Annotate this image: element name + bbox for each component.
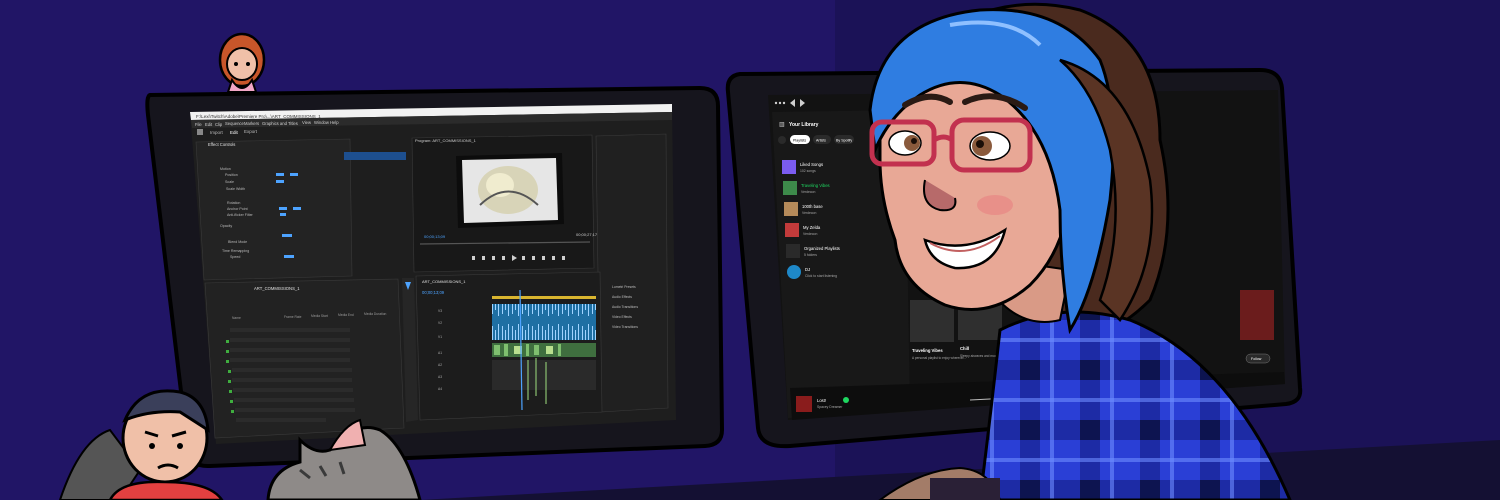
- chip-artists-label: Artists: [816, 139, 826, 143]
- effect-row: Anchor Point: [227, 207, 248, 211]
- card-title: Traveling Vibes: [912, 348, 943, 353]
- now-playing-artist[interactable]: Spacey Dreamer: [817, 405, 843, 409]
- card-desc: A personal playlist to enjoy wherever...: [912, 356, 966, 360]
- playlist-cover: [782, 160, 796, 174]
- column-header: Name: [232, 316, 241, 320]
- playlist-meta: 5 folders: [804, 253, 817, 257]
- effect-clip-bar: [344, 152, 406, 160]
- menu-window[interactable]: Window: [314, 120, 330, 125]
- playlist-name: Liked Songs: [800, 162, 823, 167]
- menu-sequence[interactable]: Sequence: [225, 121, 245, 126]
- chip-by-spotify-label: By Spotify: [836, 139, 852, 143]
- effect-row: Blend Mode: [228, 240, 247, 244]
- track-label: A2: [438, 363, 442, 367]
- playlist-name: DJ: [805, 267, 810, 272]
- effect-row: Rotation: [227, 201, 240, 205]
- playlist-name: Organized Playlists: [804, 246, 840, 251]
- playlist-name: Traveling Vibes: [801, 183, 830, 188]
- tab-import[interactable]: Import: [210, 130, 224, 135]
- playlist-meta: Click to start listening: [805, 274, 837, 278]
- menu-edit[interactable]: Edit: [205, 122, 213, 127]
- liked-check-icon[interactable]: [843, 397, 849, 403]
- dj-icon: [787, 265, 801, 279]
- timeline-title: ART_COMMISSIONS_1: [422, 279, 466, 284]
- effect-row: Time Remapping: [222, 249, 249, 253]
- artist-panel-image: [1240, 290, 1274, 340]
- effect-row: Position: [225, 173, 238, 177]
- menu-view[interactable]: View: [302, 120, 312, 125]
- now-playing-cover: [796, 396, 812, 412]
- menu-markers[interactable]: Markers: [244, 121, 259, 126]
- effect-row: Opacity: [220, 224, 232, 228]
- menu-file[interactable]: File: [195, 122, 202, 127]
- chip-playlists-label: Playlists: [793, 139, 806, 143]
- menu-clip[interactable]: Clip: [215, 122, 223, 127]
- program-frame: [456, 153, 564, 228]
- track-label: V2: [438, 321, 442, 325]
- streamer-banner-illustration: F:\Lexi\Twitch\Adobe\Premiere Pro\...\AR…: [0, 0, 1500, 500]
- playlist-meta: Verdecon: [801, 190, 815, 194]
- effect-row: Speed: [230, 255, 240, 259]
- track-label: V3: [438, 309, 442, 313]
- column-header: Media End: [338, 313, 354, 317]
- playlist-meta: Verdecon: [803, 232, 817, 236]
- track-label: A4: [438, 387, 442, 391]
- effect-controls-title: Effect Controls: [208, 142, 235, 147]
- effect-row: Scale: [225, 180, 234, 184]
- menu-graphics[interactable]: Graphics and Titles: [262, 121, 298, 126]
- effects-item[interactable]: Audio Effects: [612, 295, 632, 299]
- home-icon[interactable]: [197, 129, 203, 135]
- video-clip[interactable]: [492, 304, 596, 340]
- left-monitor: F:\Lexi\Twitch\Adobe\Premiere Pro\...\AR…: [145, 85, 725, 500]
- playlist-meta: 102 songs: [800, 169, 816, 173]
- effects-item[interactable]: Video Effects: [612, 315, 632, 319]
- track-label: A3: [438, 375, 442, 379]
- library-title: Your Library: [789, 122, 819, 128]
- close-filter-icon[interactable]: [778, 136, 786, 144]
- effect-controls-panel: [195, 138, 353, 281]
- playlist-name: My Zelda: [803, 225, 821, 230]
- menu-dots-icon[interactable]: [774, 101, 778, 105]
- column-header: Media Start: [311, 314, 328, 318]
- tab-edit[interactable]: Edit: [230, 130, 239, 135]
- tab-export[interactable]: Export: [244, 129, 258, 134]
- effects-item[interactable]: Lumetri Presets: [612, 285, 636, 289]
- effect-row: Anti-flicker Filter: [227, 213, 254, 217]
- program-timecode: 00;00;13;09: [424, 234, 446, 239]
- playlist-cover: [785, 223, 799, 237]
- track-label: V1: [438, 335, 442, 339]
- playlist-meta: Verdecon: [802, 211, 816, 215]
- program-duration: 00;00;27;17: [576, 232, 598, 237]
- playlist-name: 100th base: [802, 204, 823, 209]
- column-header: Frame Rate: [284, 315, 302, 319]
- timeline-timecode: 00;00;13;09: [422, 290, 445, 295]
- effect-row: Motion: [220, 167, 231, 171]
- playlist-cover: [784, 202, 798, 216]
- playlist-cover: [783, 181, 797, 195]
- effect-row: Scale Width: [226, 187, 245, 191]
- project-panel-title: ART_COMMISSIONS_1: [254, 286, 300, 291]
- folder-icon: [786, 244, 800, 258]
- track-label: A1: [438, 351, 442, 355]
- menu-help[interactable]: Help: [330, 120, 339, 125]
- library-icon[interactable]: ▥: [779, 122, 785, 128]
- program-panel-title: Program: ART_COMMISSIONS_1: [415, 138, 477, 143]
- follow-label: Follow: [1251, 357, 1262, 361]
- effects-item[interactable]: Video Transitions: [612, 325, 638, 329]
- column-header: Media Duration: [364, 312, 387, 316]
- work-area-bar[interactable]: [492, 296, 596, 299]
- effects-panel: [595, 133, 669, 413]
- card-title: Chill: [960, 346, 969, 351]
- now-playing-track[interactable]: Lost!: [817, 398, 826, 403]
- effects-item[interactable]: Audio Transitions: [612, 305, 638, 309]
